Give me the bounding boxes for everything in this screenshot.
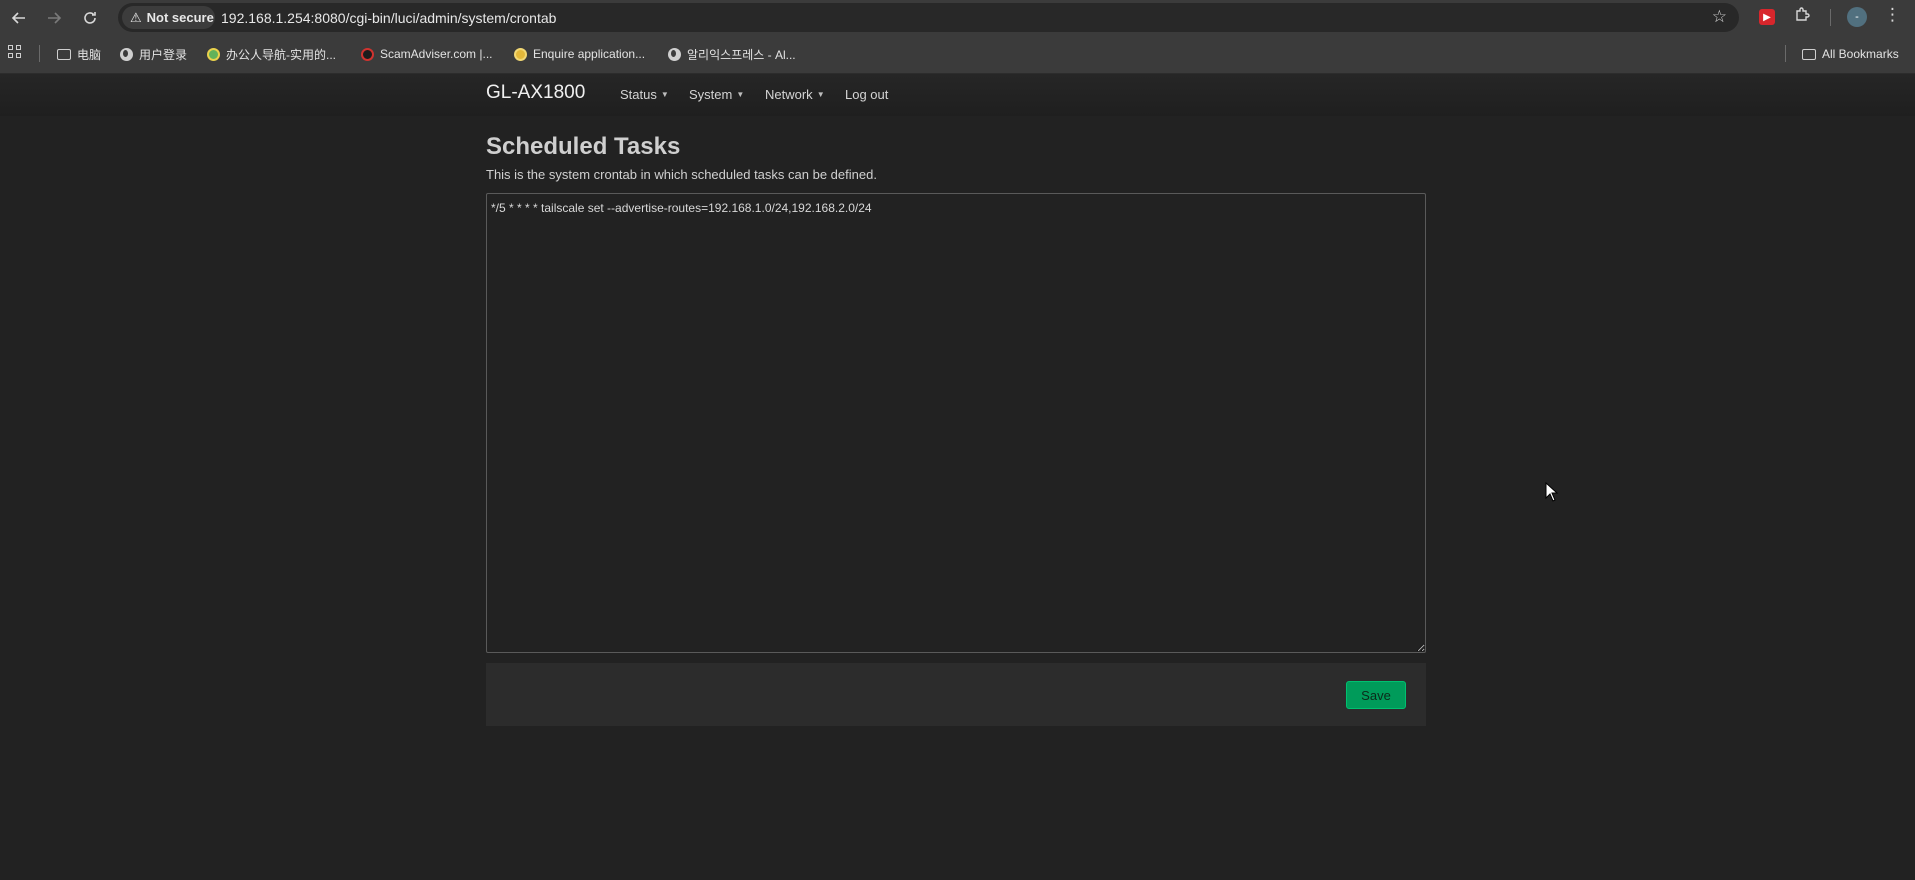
menu-status[interactable]: Status ▼	[620, 87, 669, 102]
bookmark-item[interactable]: ScamAdviser.com |...	[361, 45, 492, 63]
bookmark-item[interactable]: Enquire application...	[514, 45, 645, 63]
bookmark-item[interactable]: 用户登录	[120, 45, 187, 63]
forward-button[interactable]	[43, 7, 65, 29]
menu-network[interactable]: Network ▼	[765, 87, 825, 102]
crontab-textarea[interactable]: */5 * * * * tailscale set --advertise-ro…	[486, 193, 1426, 653]
bookmarks-bar: 电脑 用户登录 办公人导航-实用的... ScamAdviser.com |..…	[0, 34, 1915, 74]
extension-red-icon[interactable]: ▶	[1759, 9, 1775, 25]
bookmark-item[interactable]: 알리익스프레스 - Al...	[668, 45, 796, 63]
bookmark-item[interactable]: 办公人导航-实用的...	[207, 45, 336, 63]
folder-icon	[57, 48, 71, 60]
brand-title[interactable]: GL-AX1800	[486, 82, 585, 104]
scamadviser-favicon	[361, 47, 374, 61]
warning-triangle-icon: ⚠	[130, 9, 142, 25]
globe-icon	[668, 47, 681, 61]
extensions-puzzle-icon[interactable]	[1794, 6, 1811, 28]
reload-icon	[84, 12, 96, 24]
profile-avatar[interactable]: -	[1847, 7, 1867, 27]
reload-button[interactable]	[79, 7, 101, 29]
apps-grid-icon[interactable]	[8, 45, 23, 60]
url-text[interactable]: 192.168.1.254:8080/cgi-bin/luci/admin/sy…	[221, 10, 556, 26]
mouse-cursor-icon	[1545, 482, 1559, 502]
toolbar-divider	[1830, 9, 1831, 26]
site-favicon	[207, 47, 220, 61]
site-favicon	[514, 47, 527, 61]
form-actions-bar: Save	[486, 663, 1426, 726]
security-label: Not secure	[146, 10, 214, 25]
menu-logout[interactable]: Log out	[845, 87, 888, 102]
page-description: This is the system crontab in which sche…	[486, 167, 877, 182]
bookmarks-divider	[39, 45, 40, 62]
bookmark-star-icon[interactable]: ☆	[1712, 7, 1727, 27]
page-title: Scheduled Tasks	[486, 133, 681, 160]
arrow-right-icon	[48, 12, 62, 24]
browser-toolbar: ⚠ Not secure 192.168.1.254:8080/cgi-bin/…	[0, 0, 1915, 34]
menu-system[interactable]: System ▼	[689, 87, 744, 102]
bookmark-item[interactable]: 电脑	[57, 45, 101, 63]
all-bookmarks-button[interactable]: All Bookmarks	[1802, 45, 1899, 63]
luci-navbar: GL-AX1800 Status ▼ System ▼ Network ▼ Log o…	[0, 74, 1915, 116]
security-chip[interactable]: ⚠ Not secure	[122, 6, 215, 29]
arrow-left-icon	[11, 12, 25, 24]
save-button[interactable]: Save	[1346, 681, 1406, 709]
folder-icon	[1802, 48, 1816, 60]
caret-down-icon: ▼	[660, 90, 669, 99]
caret-down-icon: ▼	[736, 90, 745, 99]
caret-down-icon: ▼	[816, 90, 825, 99]
address-bar[interactable]: ⚠ Not secure 192.168.1.254:8080/cgi-bin/…	[118, 3, 1739, 32]
more-menu-icon[interactable]: ⋮	[1884, 5, 1901, 25]
bookmarks-divider	[1785, 45, 1786, 62]
back-button[interactable]	[8, 7, 30, 29]
globe-icon	[120, 47, 133, 61]
